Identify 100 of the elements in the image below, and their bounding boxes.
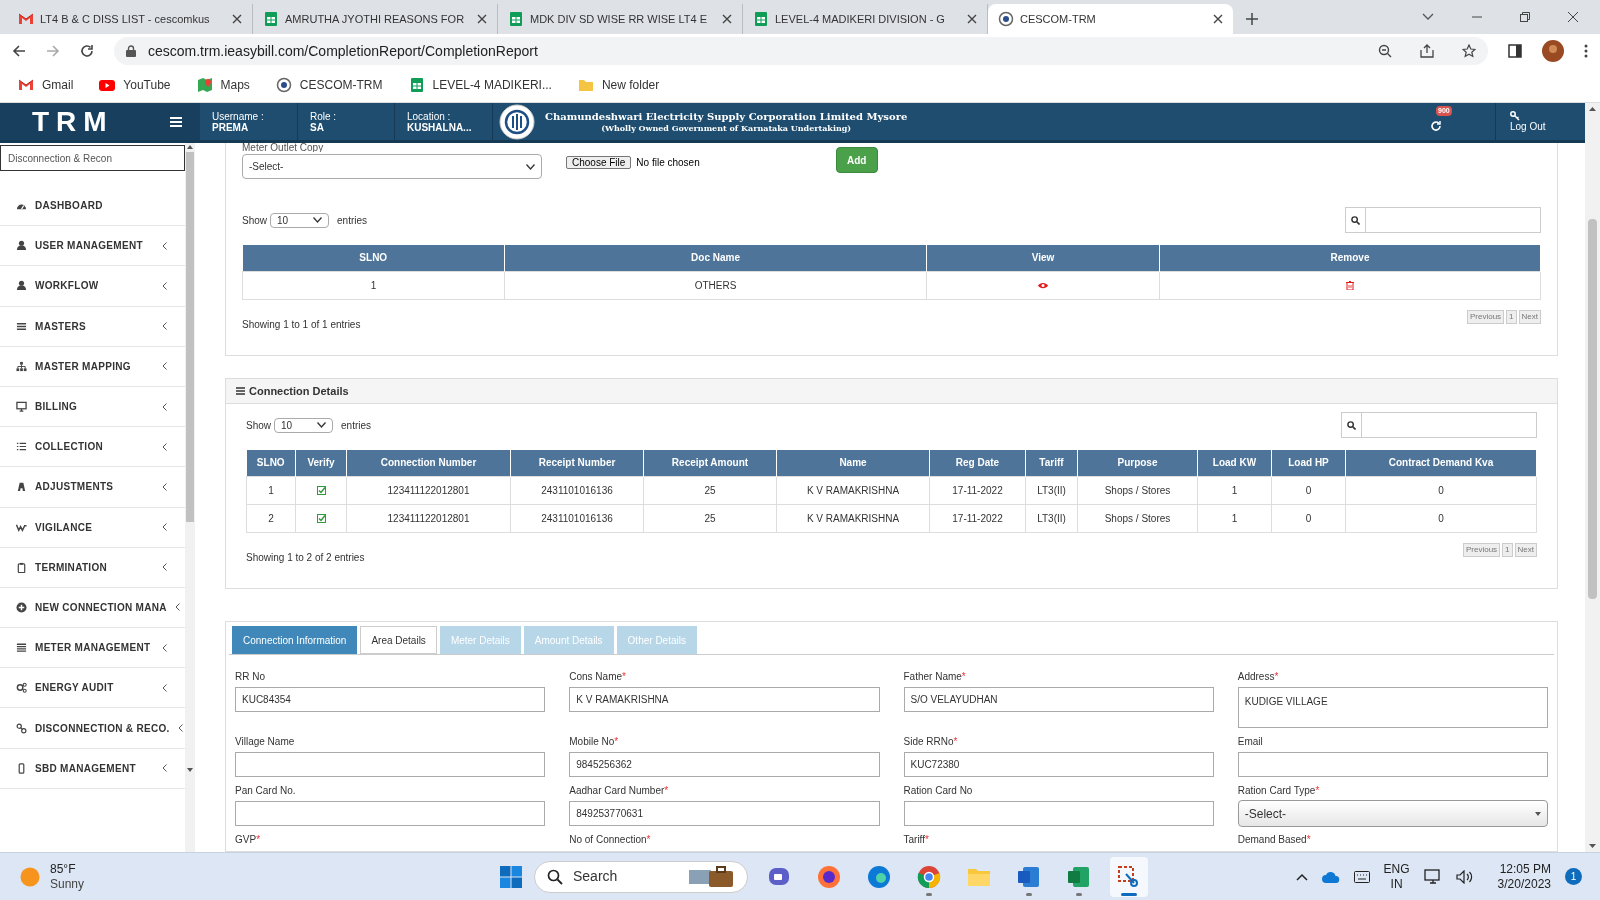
language-indicator[interactable]: ENG IN bbox=[1383, 861, 1410, 892]
bookmark[interactable]: CESCOM-TRM bbox=[271, 72, 387, 98]
bookmark[interactable]: LEVEL-4 MADIKERI... bbox=[404, 72, 556, 98]
pagination-button[interactable]: Previous bbox=[1462, 542, 1501, 557]
menu-icon[interactable] bbox=[170, 116, 182, 127]
chevron-down-icon[interactable] bbox=[1422, 13, 1434, 21]
input-field[interactable] bbox=[903, 801, 1214, 826]
column-header: Tariff bbox=[1025, 450, 1078, 476]
sun-icon bbox=[20, 866, 40, 887]
spreadsheet-icon bbox=[408, 77, 425, 93]
info-label: Username : bbox=[212, 110, 265, 122]
page-size-select[interactable]: 10 bbox=[270, 212, 329, 228]
windows-icon[interactable] bbox=[500, 865, 522, 888]
table-cell: 0 bbox=[1345, 476, 1537, 504]
clock[interactable]: 12:05 PM 3/20/2023 bbox=[1497, 861, 1551, 892]
table-cell: 17-11-2022 bbox=[929, 504, 1026, 532]
eye-icon[interactable] bbox=[1038, 282, 1048, 290]
input-field[interactable]: KUC84354 bbox=[235, 687, 546, 712]
browser-tab[interactable]: CESCOM-TRM bbox=[988, 4, 1233, 34]
input-field[interactable]: 9845256362 bbox=[569, 752, 880, 777]
taskbar-app[interactable] bbox=[1110, 856, 1148, 897]
star-icon[interactable] bbox=[1462, 44, 1476, 58]
monitor-icon[interactable] bbox=[1423, 868, 1442, 885]
sidebar-scrollbar[interactable] bbox=[185, 143, 195, 852]
form-tab[interactable]: Connection Information bbox=[232, 626, 358, 654]
chevron-left-icon bbox=[162, 281, 167, 290]
share-icon[interactable] bbox=[1420, 44, 1434, 58]
table-cell: 17-11-2022 bbox=[929, 476, 1026, 504]
bookmark[interactable]: Gmail bbox=[14, 72, 78, 98]
close-icon[interactable] bbox=[1568, 12, 1578, 22]
dropdown-field[interactable]: -Select- bbox=[1237, 800, 1548, 827]
input-field[interactable] bbox=[235, 752, 546, 777]
notification-badge[interactable]: 1 bbox=[1565, 868, 1582, 885]
table-cell: 2 bbox=[246, 504, 296, 532]
table-search-field[interactable] bbox=[1341, 412, 1537, 438]
chevron-left-icon bbox=[162, 523, 167, 532]
pagination-button[interactable]: Previous bbox=[1466, 309, 1505, 324]
table-cell: 1 bbox=[246, 476, 296, 504]
input-field[interactable]: 849253770631 bbox=[569, 801, 880, 826]
address-field[interactable]: KUDIGE VILLAGE bbox=[1237, 687, 1548, 728]
column-header: Contract Demand Kva bbox=[1345, 450, 1537, 476]
close-icon[interactable] bbox=[722, 14, 732, 24]
chevron-left-icon bbox=[174, 603, 180, 612]
address-field[interactable]: cescom.trm.ieasybill.com/CompletionReport/CompletionReport bbox=[114, 37, 1488, 65]
pagination-button[interactable]: 1 bbox=[1502, 542, 1513, 557]
column-header: Receipt Number bbox=[510, 450, 644, 476]
bookmark[interactable]: Maps bbox=[192, 72, 254, 98]
sidebar-search-field[interactable]: Disconnection & Recon bbox=[0, 145, 185, 171]
field-label: GVP* bbox=[235, 834, 262, 846]
input-field[interactable] bbox=[1237, 752, 1548, 777]
trash-icon[interactable] bbox=[1346, 281, 1354, 291]
page-scrollbar[interactable] bbox=[1585, 103, 1600, 852]
link-icon bbox=[16, 722, 27, 734]
cloud-icon[interactable] bbox=[1321, 870, 1340, 883]
column-header: Doc Name bbox=[504, 245, 927, 271]
close-icon[interactable] bbox=[232, 14, 242, 24]
avatar-icon[interactable] bbox=[1542, 40, 1564, 62]
speaker-icon[interactable] bbox=[1455, 869, 1474, 884]
reload-icon[interactable] bbox=[80, 44, 94, 58]
more-icon[interactable] bbox=[1584, 44, 1588, 58]
close-icon[interactable] bbox=[967, 14, 977, 24]
app-logo: TRM bbox=[32, 104, 114, 139]
table-cell: 1 bbox=[1197, 476, 1272, 504]
bookmark[interactable]: New folder bbox=[573, 72, 664, 98]
table-cell: 0 bbox=[1345, 504, 1537, 532]
input-field[interactable]: K V RAMAKRISHNA bbox=[569, 687, 880, 712]
briefcase-icon bbox=[689, 864, 735, 889]
chevron-up-icon[interactable] bbox=[1295, 872, 1308, 881]
play-icon bbox=[99, 77, 116, 93]
bookmark[interactable]: YouTube bbox=[95, 72, 175, 98]
choose-file-button[interactable]: Choose File bbox=[566, 156, 632, 169]
field-label: Cons Name* bbox=[569, 671, 627, 683]
document-type-select[interactable]: -Select- bbox=[242, 154, 542, 179]
pagination-button[interactable]: 1 bbox=[1506, 309, 1517, 324]
close-icon[interactable] bbox=[477, 14, 487, 24]
pagination-button[interactable]: Next bbox=[1514, 542, 1537, 557]
show-label: Show bbox=[242, 213, 267, 228]
input-field[interactable] bbox=[235, 801, 546, 826]
restore-icon[interactable] bbox=[1520, 12, 1530, 22]
table-search-field[interactable] bbox=[1345, 207, 1541, 233]
side-panel-icon[interactable] bbox=[1508, 44, 1522, 58]
input-field[interactable]: KUC72380 bbox=[903, 752, 1214, 777]
page-size-select[interactable]: 10 bbox=[274, 417, 333, 433]
form-tab[interactable]: Area Details bbox=[360, 626, 437, 654]
close-icon[interactable] bbox=[1213, 14, 1223, 24]
info-label: Role : bbox=[310, 110, 338, 122]
plus-icon[interactable] bbox=[1245, 12, 1259, 26]
key-icon bbox=[1510, 110, 1520, 121]
taskbar-search-field[interactable]: Search bbox=[534, 860, 748, 893]
input-field[interactable]: S/O VELAYUDHAN bbox=[903, 687, 1214, 712]
refresh-icon[interactable] bbox=[1430, 119, 1442, 132]
back-icon[interactable] bbox=[12, 44, 26, 58]
globe-icon bbox=[275, 77, 292, 93]
chevron-left-icon bbox=[162, 764, 167, 773]
lock-icon bbox=[126, 45, 136, 57]
pagination-button[interactable]: Next bbox=[1518, 309, 1541, 324]
spreadsheet-icon bbox=[753, 11, 769, 27]
keyboard-icon[interactable] bbox=[1353, 870, 1370, 883]
table-cell: K V RAMAKRISHNA bbox=[776, 504, 930, 532]
zoom-out-icon[interactable] bbox=[1378, 44, 1392, 58]
